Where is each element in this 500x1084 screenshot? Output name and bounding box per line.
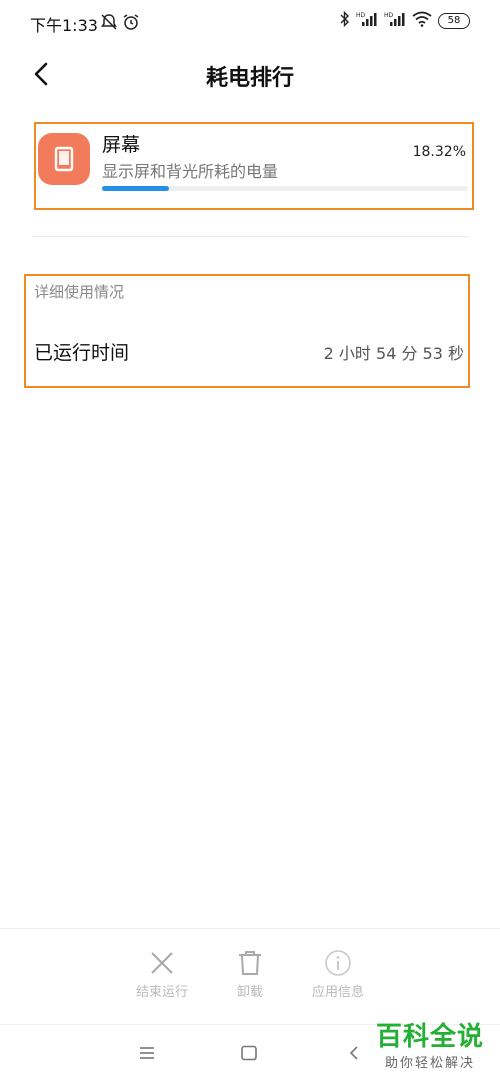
runtime-label: 已运行时间 — [34, 342, 130, 364]
section-header: 详细使用情况 — [34, 283, 125, 301]
action-bar: 结束运行 卸载 应用信息 — [0, 928, 500, 1025]
alarm-icon — [122, 13, 140, 35]
page-title: 耗电排行 — [205, 66, 294, 91]
status-bar: 下午1:33 HD HD 58 — [0, 0, 500, 44]
usage-progress-fill — [102, 186, 170, 191]
item-percent: 18.32% — [412, 144, 466, 160]
svg-text:HD: HD — [356, 12, 366, 19]
trash-icon — [239, 951, 261, 975]
uninstall-label: 卸载 — [236, 985, 263, 1000]
divider — [32, 236, 468, 237]
status-right-icons: HD HD 58 — [340, 10, 470, 31]
watermark-subtitle: 助你轻松解决 — [384, 1056, 475, 1071]
bluetooth-icon — [340, 10, 350, 31]
status-time: 下午1:33 — [30, 16, 98, 35]
svg-text:HD: HD — [384, 12, 394, 19]
runtime-value: 2 小时 54 分 53 秒 — [323, 344, 464, 363]
usage-progress-track — [102, 186, 468, 191]
hd-signal-icon: HD — [384, 11, 406, 31]
app-info-button[interactable]: 应用信息 — [288, 949, 388, 1000]
header: 耗电排行 — [0, 44, 500, 104]
item-description: 显示屏和背光所耗的电量 — [102, 162, 279, 181]
watermark: 百科全说 助你轻松解决 — [376, 1022, 484, 1071]
watermark-title: 百科全说 — [375, 1022, 484, 1052]
screen-icon — [38, 133, 90, 185]
close-icon — [151, 952, 173, 974]
home-icon[interactable] — [240, 1045, 258, 1065]
item-title: 屏幕 — [102, 134, 141, 156]
menu-icon[interactable] — [138, 1045, 156, 1065]
force-stop-button[interactable]: 结束运行 — [112, 949, 212, 1000]
app-info-label: 应用信息 — [311, 985, 364, 1000]
back-icon[interactable] — [346, 1045, 362, 1065]
power-ranking-screen: 下午1:33 HD HD 58 耗电排行 屏幕 显示屏和背光所耗的电量 18.3… — [0, 0, 500, 1084]
do-not-disturb-icon — [100, 13, 118, 35]
info-icon — [325, 950, 351, 976]
uninstall-button[interactable]: 卸载 — [200, 949, 300, 1000]
detail-section: 详细使用情况 已运行时间 2 小时 54 分 53 秒 — [24, 274, 470, 388]
force-stop-label: 结束运行 — [135, 985, 188, 1000]
battery-icon: 58 — [438, 13, 470, 29]
hd-signal-icon: HD — [356, 11, 378, 31]
power-item-screen[interactable]: 屏幕 显示屏和背光所耗的电量 18.32% — [34, 122, 474, 210]
wifi-icon — [412, 11, 432, 31]
